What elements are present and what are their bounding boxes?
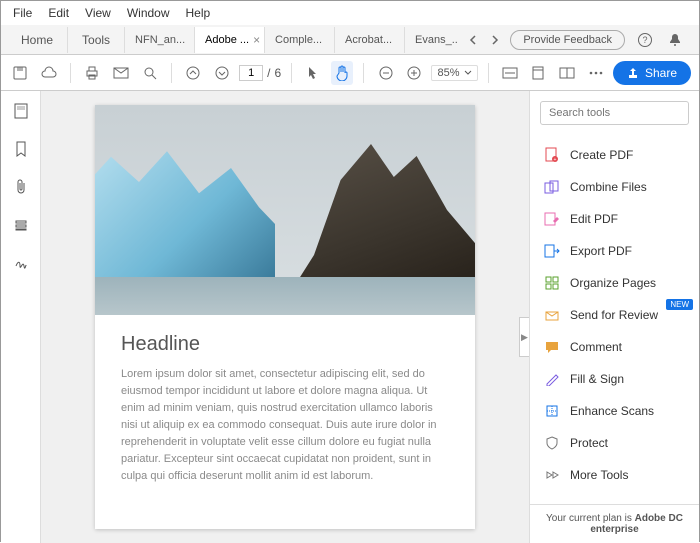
- pointer-icon[interactable]: [302, 61, 325, 85]
- hero-image: [95, 105, 475, 315]
- tool-edit-pdf[interactable]: Edit PDF: [530, 203, 699, 235]
- more-icon: [544, 467, 560, 483]
- document-body: Lorem ipsum dolor sit amet, consectetur …: [121, 366, 449, 485]
- save-icon[interactable]: [9, 61, 32, 85]
- create-pdf-icon: +: [544, 147, 560, 163]
- tab-prev-icon[interactable]: [464, 31, 482, 49]
- page-down-icon[interactable]: [211, 61, 234, 85]
- doc-tab[interactable]: Evans_...: [405, 27, 458, 53]
- protect-icon: [544, 435, 560, 451]
- menu-help[interactable]: Help: [180, 4, 217, 22]
- attachment-icon[interactable]: [11, 177, 31, 197]
- toolbar: / 6 85% Share: [1, 55, 699, 91]
- send-review-icon: [544, 307, 560, 323]
- print-icon[interactable]: [81, 61, 104, 85]
- menu-file[interactable]: File: [7, 4, 38, 22]
- cloud-icon[interactable]: [38, 61, 61, 85]
- menubar: File Edit View Window Help: [1, 1, 699, 25]
- tool-protect[interactable]: Protect: [530, 427, 699, 459]
- mail-icon[interactable]: [110, 61, 133, 85]
- zoom-out-icon[interactable]: [374, 61, 397, 85]
- menu-edit[interactable]: Edit: [42, 4, 75, 22]
- help-icon[interactable]: ?: [635, 30, 655, 50]
- share-button[interactable]: Share: [613, 61, 691, 85]
- page-current-input[interactable]: [239, 65, 263, 81]
- page-display-icon[interactable]: [527, 61, 550, 85]
- doc-tab[interactable]: NFN_an...: [125, 27, 195, 53]
- close-tab-icon[interactable]: ×: [253, 33, 260, 47]
- tool-organize-pages[interactable]: Organize Pages: [530, 267, 699, 299]
- organize-icon: [544, 275, 560, 291]
- menu-view[interactable]: View: [79, 4, 117, 22]
- tabbar: Home Tools NFN_an... Adobe ...× Comple..…: [1, 25, 699, 55]
- svg-text:+: +: [554, 157, 557, 163]
- comment-icon: [544, 339, 560, 355]
- document-view[interactable]: Headline Lorem ipsum dolor sit amet, con…: [41, 91, 529, 543]
- document-tabs: NFN_an... Adobe ...× Comple... Acrobat..…: [125, 27, 458, 53]
- page: Headline Lorem ipsum dolor sit amet, con…: [95, 105, 475, 529]
- doc-tab[interactable]: Adobe ...×: [195, 27, 265, 53]
- plan-footer: Your current plan is Adobe DC enterprise: [530, 504, 699, 543]
- main: Headline Lorem ipsum dolor sit amet, con…: [1, 91, 699, 543]
- header-right: Provide Feedback ?: [510, 30, 693, 50]
- tool-combine-files[interactable]: Combine Files: [530, 171, 699, 203]
- zoom-dropdown[interactable]: 85%: [431, 65, 477, 81]
- fit-width-icon[interactable]: [498, 61, 521, 85]
- doc-tab[interactable]: Acrobat...: [335, 27, 405, 53]
- bookmark-icon[interactable]: [11, 139, 31, 159]
- tool-more-tools[interactable]: More Tools: [530, 459, 699, 491]
- collapse-panel-handle[interactable]: ▶: [519, 317, 529, 357]
- more-tools-icon[interactable]: [584, 61, 607, 85]
- page-up-icon[interactable]: [182, 61, 205, 85]
- tool-fill-sign[interactable]: Fill & Sign: [530, 363, 699, 395]
- page-total: 6: [274, 66, 281, 80]
- tool-enhance-scans[interactable]: Enhance Scans: [530, 395, 699, 427]
- page-indicator: / 6: [239, 65, 281, 81]
- thumbnails-icon[interactable]: [11, 101, 31, 121]
- share-icon: [627, 67, 639, 79]
- app-tabs: Home Tools: [7, 27, 125, 53]
- tool-comment[interactable]: Comment: [530, 331, 699, 363]
- doc-tab[interactable]: Comple...: [265, 27, 335, 53]
- read-mode-icon[interactable]: [556, 61, 579, 85]
- tab-scroll-nav: [458, 31, 510, 49]
- export-pdf-icon: [544, 243, 560, 259]
- document-headline: Headline: [121, 333, 449, 356]
- tool-send-review[interactable]: Send for ReviewNEW: [530, 299, 699, 331]
- tool-create-pdf[interactable]: +Create PDF: [530, 139, 699, 171]
- tools-list: +Create PDF Combine Files Edit PDF Expor…: [530, 135, 699, 504]
- hand-icon[interactable]: [331, 61, 354, 85]
- left-rail: [1, 91, 41, 543]
- zoom-in-icon[interactable]: [403, 61, 426, 85]
- bell-icon[interactable]: [665, 30, 685, 50]
- fill-sign-icon: [544, 371, 560, 387]
- signatures-icon[interactable]: [11, 253, 31, 273]
- search-icon[interactable]: [138, 61, 161, 85]
- page-sep: /: [267, 66, 270, 80]
- right-panel: +Create PDF Combine Files Edit PDF Expor…: [529, 91, 699, 543]
- tab-tools[interactable]: Tools: [68, 27, 125, 53]
- enhance-scans-icon: [544, 403, 560, 419]
- search-tools-input[interactable]: [540, 101, 689, 125]
- new-badge: NEW: [666, 299, 693, 310]
- tool-export-pdf[interactable]: Export PDF: [530, 235, 699, 267]
- combine-icon: [544, 179, 560, 195]
- layers-icon[interactable]: [11, 215, 31, 235]
- tab-home[interactable]: Home: [7, 27, 68, 53]
- edit-pdf-icon: [544, 211, 560, 227]
- provide-feedback-button[interactable]: Provide Feedback: [510, 30, 625, 50]
- svg-text:?: ?: [642, 35, 647, 45]
- tab-next-icon[interactable]: [486, 31, 504, 49]
- menu-window[interactable]: Window: [121, 4, 176, 22]
